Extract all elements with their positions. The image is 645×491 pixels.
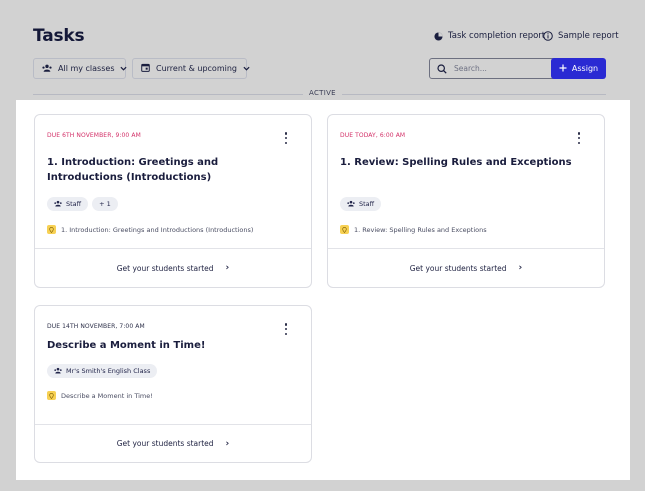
class-filter-label: All my classes xyxy=(58,64,115,73)
chevron-down-icon xyxy=(120,64,128,73)
task-title[interactable]: Describe a Moment in Time! xyxy=(47,338,297,353)
chevron-right-icon: › xyxy=(225,438,230,449)
more-options-icon[interactable] xyxy=(283,323,289,335)
assign-label: Assign xyxy=(571,64,599,73)
assignee-chip[interactable]: Mr's Smith's English Class xyxy=(47,364,158,378)
resource-label: 1. Introduction: Greetings and Introduct… xyxy=(61,225,254,234)
assignee-chip-label: Mr's Smith's English Class xyxy=(66,367,151,375)
assignee-chips: Staff xyxy=(340,197,382,211)
get-students-started-button[interactable]: Get your students started › xyxy=(328,248,604,287)
assignee-chip-label: Staff xyxy=(66,200,82,208)
get-students-started-button[interactable]: Get your students started › xyxy=(35,424,311,462)
task-completion-report-link[interactable]: Task completion report xyxy=(434,31,545,41)
page-header: Tasks Task completion report Sample repo… xyxy=(16,8,630,100)
chevron-right-icon: › xyxy=(518,263,523,273)
footer-label: Get your students started xyxy=(116,439,214,448)
search-box xyxy=(429,58,560,79)
timeframe-filter-label: Current & upcoming xyxy=(156,64,237,73)
more-options-icon[interactable] xyxy=(576,132,582,144)
assignee-chips: Staff + 1 xyxy=(47,197,118,211)
timeframe-filter-dropdown[interactable]: Current & upcoming xyxy=(132,58,250,79)
due-date: DUE 14TH NOVEMBER, 7:00 AM xyxy=(47,323,145,330)
task-title[interactable]: 1. Review: Spelling Rules and Exceptions xyxy=(340,155,590,170)
task-title[interactable]: 1. Introduction: Greetings and Introduct… xyxy=(47,155,297,185)
more-options-icon[interactable] xyxy=(283,132,289,144)
due-date: DUE 6TH NOVEMBER, 9:00 AM xyxy=(47,132,141,139)
search-icon xyxy=(437,59,447,78)
more-assignees-label: + 1 xyxy=(99,200,111,208)
class-group-icon xyxy=(54,200,62,209)
sample-report-link[interactable]: Sample report xyxy=(543,31,619,41)
assignee-chip[interactable]: Staff xyxy=(47,197,89,211)
sample-report-label: Sample report xyxy=(558,31,619,41)
resource-link[interactable]: 1. Introduction: Greetings and Introduct… xyxy=(47,225,253,234)
task-board: DUE 6TH NOVEMBER, 9:00 AM 1. Introductio… xyxy=(16,100,630,480)
footer-label: Get your students started xyxy=(409,263,507,273)
class-group-icon xyxy=(347,200,355,209)
location-pin-icon xyxy=(47,225,56,234)
more-assignees-chip[interactable]: + 1 xyxy=(92,197,118,211)
class-group-icon xyxy=(54,367,62,376)
plus-icon xyxy=(559,64,567,74)
chevron-right-icon: › xyxy=(225,263,230,273)
resource-link[interactable]: 1. Review: Spelling Rules and Exceptions xyxy=(340,225,487,234)
resource-label: Describe a Moment in Time! xyxy=(61,391,153,400)
search-input[interactable] xyxy=(454,64,552,73)
info-icon xyxy=(543,31,553,41)
class-filter-dropdown[interactable]: All my classes xyxy=(33,58,128,79)
get-students-started-button[interactable]: Get your students started › xyxy=(35,248,311,287)
location-pin-icon xyxy=(340,225,349,234)
assignee-chips: Mr's Smith's English Class xyxy=(47,364,158,378)
calendar-icon xyxy=(141,63,150,74)
assignee-chip[interactable]: Staff xyxy=(340,197,382,211)
assign-button[interactable]: Assign xyxy=(551,58,606,79)
task-card[interactable]: DUE 6TH NOVEMBER, 9:00 AM 1. Introductio… xyxy=(34,114,312,288)
resource-link[interactable]: Describe a Moment in Time! xyxy=(47,391,153,400)
task-card[interactable]: DUE 14TH NOVEMBER, 7:00 AM Describe a Mo… xyxy=(34,305,312,463)
section-label-active: ACTIVE xyxy=(303,89,342,97)
task-card[interactable]: DUE TODAY, 6:00 AM 1. Review: Spelling R… xyxy=(327,114,605,288)
page-title: Tasks xyxy=(33,26,85,46)
task-completion-report-label: Task completion report xyxy=(448,31,546,41)
resource-label: 1. Review: Spelling Rules and Exceptions xyxy=(354,225,487,234)
footer-label: Get your students started xyxy=(116,263,214,273)
pie-chart-icon xyxy=(434,31,443,41)
class-group-icon xyxy=(42,64,52,74)
due-date: DUE TODAY, 6:00 AM xyxy=(340,132,406,139)
chevron-down-icon xyxy=(243,64,250,73)
location-pin-icon xyxy=(47,391,56,400)
assignee-chip-label: Staff xyxy=(359,200,375,208)
